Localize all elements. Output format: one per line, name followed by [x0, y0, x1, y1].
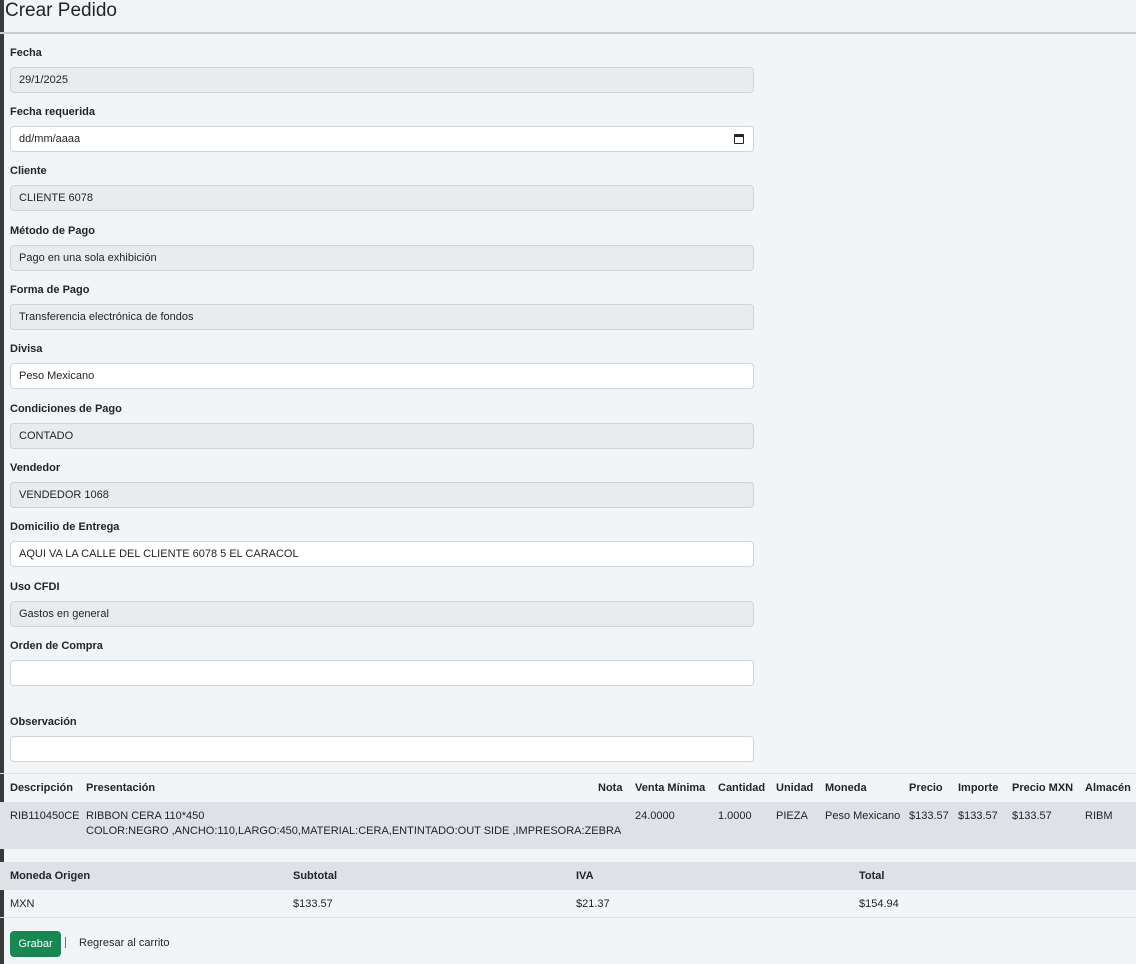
table-top-border	[0, 773, 1136, 774]
cell-subtotal: $133.57	[293, 898, 333, 910]
col-total: Total	[859, 870, 885, 882]
condiciones-pago-label: Condiciones de Pago	[10, 403, 122, 415]
fecha-requerida-field[interactable]: dd/mm/aaaa	[10, 126, 754, 152]
fecha-field[interactable]: 29/1/2025	[10, 67, 754, 93]
metodo-pago-label: Método de Pago	[10, 225, 95, 237]
cliente-field[interactable]: CLIENTE 6078	[10, 185, 754, 211]
condiciones-pago-field[interactable]: CONTADO	[10, 423, 754, 449]
col-descripcion: Descripción	[10, 782, 73, 794]
cell-venta-minima: 24.0000	[635, 810, 675, 822]
page-header: Crear Pedido	[0, 0, 1136, 34]
col-cantidad: Cantidad	[718, 782, 766, 794]
action-divider	[65, 937, 66, 948]
domicilio-field[interactable]: AQUI VA LA CALLE DEL CLIENTE 6078 5 EL C…	[10, 541, 754, 567]
cell-cantidad: 1.0000	[718, 810, 752, 822]
col-nota: Nota	[598, 782, 623, 794]
divisa-field[interactable]: Peso Mexicano	[10, 363, 754, 389]
totals-row: MXN $133.57 $21.37 $154.94	[0, 890, 1136, 918]
cell-precio: $133.57	[909, 810, 949, 822]
cell-moneda-origen: MXN	[10, 898, 35, 910]
vendedor-field[interactable]: VENDEDOR 1068	[10, 482, 754, 508]
col-subtotal: Subtotal	[293, 870, 337, 882]
observacion-label: Observación	[10, 716, 77, 728]
cell-almacen: RIBM	[1085, 810, 1113, 822]
forma-pago-field[interactable]: Transferencia electrónica de fondos	[10, 304, 754, 330]
page-title: Crear Pedido	[5, 0, 117, 21]
cell-importe: $133.57	[958, 810, 998, 822]
save-button[interactable]: Grabar	[10, 931, 61, 957]
totals-header-row: Moneda Origen Subtotal IVA Total	[0, 862, 1136, 890]
col-venta-minima: Venta Mínima	[635, 782, 706, 794]
col-precio: Precio	[909, 782, 943, 794]
col-moneda-origen: Moneda Origen	[10, 870, 91, 882]
col-importe: Importe	[958, 782, 999, 794]
col-almacen: Almacén	[1085, 782, 1131, 794]
cell-descripcion: RIB110450CE	[10, 810, 80, 822]
vendedor-label: Vendedor	[10, 462, 61, 474]
col-moneda: Moneda	[825, 782, 867, 794]
col-iva: IVA	[576, 870, 594, 882]
observacion-field[interactable]	[10, 736, 754, 762]
col-precio-mxn: Precio MXN	[1012, 782, 1074, 794]
calendar-icon[interactable]	[734, 134, 744, 144]
back-to-cart-link[interactable]: Regresar al carrito	[79, 937, 169, 950]
col-unidad: Unidad	[776, 782, 814, 794]
uso-cfdi-field[interactable]: Gastos en general	[10, 601, 754, 627]
forma-pago-label: Forma de Pago	[10, 284, 90, 296]
cell-presentacion-line1: RIBBON CERA 110*450	[86, 810, 205, 822]
orden-compra-field[interactable]	[10, 660, 754, 686]
fecha-label: Fecha	[10, 47, 42, 59]
table-row: RIB110450CE RIBBON CERA 110*450 COLOR:NE…	[0, 802, 1136, 849]
fecha-requerida-placeholder: dd/mm/aaaa	[19, 133, 81, 145]
cell-unidad: PIEZA	[776, 810, 808, 822]
divisa-label: Divisa	[10, 343, 43, 355]
cliente-label: Cliente	[10, 165, 47, 177]
cell-presentacion-line2: COLOR:NEGRO ,ANCHO:110,LARGO:450,MATERIA…	[86, 825, 622, 837]
metodo-pago-field[interactable]: Pago en una sola exhibición	[10, 245, 754, 271]
orden-compra-label: Orden de Compra	[10, 640, 103, 652]
fecha-requerida-label: Fecha requerida	[10, 106, 95, 118]
cell-moneda: Peso Mexicano	[825, 810, 901, 822]
cell-precio-mxn: $133.57	[1012, 810, 1052, 822]
col-presentacion: Presentación	[86, 782, 156, 794]
uso-cfdi-label: Uso CFDI	[10, 581, 60, 593]
domicilio-label: Domicilio de Entrega	[10, 521, 120, 533]
cell-total: $154.94	[859, 898, 899, 910]
cell-iva: $21.37	[576, 898, 610, 910]
